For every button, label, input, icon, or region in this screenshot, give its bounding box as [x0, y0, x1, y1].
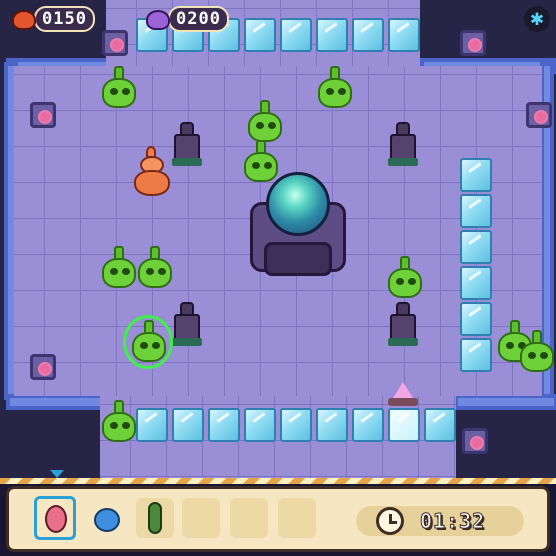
green-slime-enemy[interactable] — [240, 140, 280, 184]
ice-block[interactable] — [244, 18, 276, 52]
green-slime-enemy[interactable] — [98, 400, 138, 444]
ice-block[interactable] — [460, 338, 492, 372]
ice-block-highlighted[interactable] — [388, 408, 420, 442]
green-slime-enemy[interactable] — [314, 66, 354, 110]
pressure-pad — [30, 102, 56, 128]
gear-icon[interactable]: ✱ — [524, 6, 550, 32]
timer-box: 01:32 — [356, 506, 524, 536]
stone-pillar — [388, 302, 418, 346]
ice-block[interactable] — [460, 266, 492, 300]
pressure-pad — [526, 102, 552, 128]
purple-blob-counter: 0200 — [144, 6, 229, 32]
red-blob-icon — [10, 6, 38, 32]
green-cucumber-icon — [148, 502, 162, 534]
ice-block[interactable] — [280, 408, 312, 442]
green-slime-enemy[interactable] — [98, 66, 138, 110]
inventory-slot-4[interactable] — [182, 498, 220, 538]
inventory-slot-5[interactable] — [230, 498, 268, 538]
inventory-slot-6[interactable] — [278, 498, 316, 538]
red-egg-icon — [45, 505, 67, 533]
ice-block[interactable] — [208, 408, 240, 442]
stone-pillar — [172, 302, 202, 346]
ice-block[interactable] — [460, 302, 492, 336]
blue-bulb-icon — [94, 508, 120, 532]
ice-block[interactable] — [388, 18, 420, 52]
purple-count: 0200 — [168, 6, 229, 32]
inventory-slot-2[interactable] — [88, 498, 126, 538]
inventory-slot-1[interactable] — [34, 496, 76, 540]
central-dome-machine[interactable] — [246, 172, 350, 280]
clock-icon — [376, 507, 404, 535]
stone-pillar — [172, 122, 202, 166]
purple-blob-icon — [144, 6, 172, 32]
player-slime-selected[interactable] — [123, 315, 173, 369]
ice-block[interactable] — [316, 18, 348, 52]
green-slime-enemy[interactable] — [98, 246, 138, 290]
wall-rim — [6, 394, 110, 410]
ice-block[interactable] — [352, 408, 384, 442]
ice-block[interactable] — [244, 408, 276, 442]
orange-slime-creature[interactable] — [134, 146, 170, 198]
green-slime-enemy[interactable] — [134, 246, 174, 290]
pressure-pad — [102, 30, 128, 56]
pink-crystal-marker[interactable] — [388, 382, 418, 410]
green-slime-enemy[interactable] — [384, 256, 424, 300]
wall-rim — [454, 394, 556, 410]
selection-pointer-icon — [50, 470, 64, 478]
stone-pillar — [388, 122, 418, 166]
pressure-pad — [30, 354, 56, 380]
ice-block[interactable] — [316, 408, 348, 442]
ice-block[interactable] — [460, 158, 492, 192]
green-slime-enemy[interactable] — [516, 330, 556, 374]
pressure-pad — [460, 30, 486, 56]
green-slime-enemy[interactable] — [244, 100, 284, 144]
red-count: 0150 — [34, 6, 95, 32]
red-blob-counter: 0150 — [10, 6, 95, 32]
ice-block[interactable] — [352, 18, 384, 52]
ice-block[interactable] — [172, 408, 204, 442]
timer-text: 01:32 — [419, 509, 486, 534]
ice-block[interactable] — [424, 408, 456, 442]
ice-block[interactable] — [280, 18, 312, 52]
ice-block[interactable] — [460, 230, 492, 264]
bottom-bar-stripe — [0, 478, 556, 484]
ice-block[interactable] — [460, 194, 492, 228]
game-screen: 0150 0200 ✱ 01:32 — [0, 0, 556, 556]
pressure-pad — [462, 428, 488, 454]
bottom-left-wall — [0, 400, 100, 478]
ice-block[interactable] — [136, 408, 168, 442]
inventory-slot-3[interactable] — [136, 498, 174, 538]
